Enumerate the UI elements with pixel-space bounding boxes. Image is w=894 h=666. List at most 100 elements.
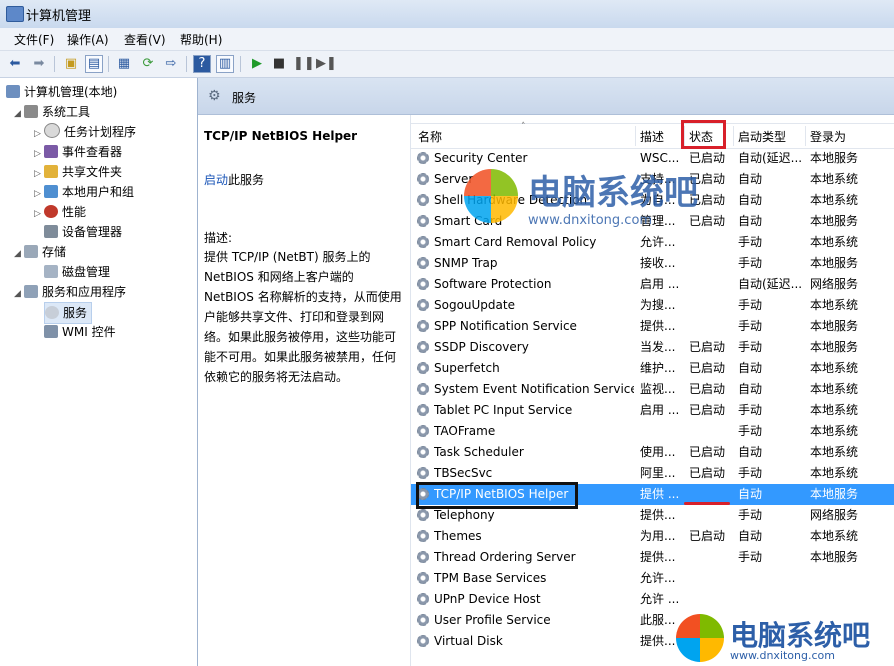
table-row[interactable]: SogouUpdate 为搜... 手动 本地系统 xyxy=(411,295,894,316)
menu-help[interactable]: 帮助(H) xyxy=(180,31,222,48)
col-startup[interactable]: 启动类型 xyxy=(738,128,786,145)
collapsed-arrow-icon[interactable]: ▷ xyxy=(34,184,44,204)
service-name: TPM Base Services xyxy=(434,571,547,585)
service-desc: 提供... xyxy=(640,550,676,564)
tree-label: WMI 控件 xyxy=(62,325,116,339)
disk-icon xyxy=(44,265,58,278)
col-logon[interactable]: 登录为 xyxy=(810,128,846,145)
col-name[interactable]: 名称 xyxy=(418,128,442,145)
table-row[interactable]: TAOFrame 手动 本地系统 xyxy=(411,421,894,442)
menu-file[interactable]: 文件(F) xyxy=(14,31,54,48)
col-desc[interactable]: 描述 xyxy=(640,128,664,145)
table-row[interactable]: Thread Ordering Server 提供... 手动 本地服务 xyxy=(411,547,894,568)
service-desc: 当发... xyxy=(640,340,676,354)
stop-service-icon[interactable]: ■ xyxy=(270,55,288,73)
table-row[interactable]: Software Protection 启用 ... 自动(延迟... 网络服务 xyxy=(411,274,894,295)
service-startup: 手动 xyxy=(738,508,763,522)
tree-task-scheduler[interactable]: ▷ 任务计划程序 xyxy=(34,122,136,142)
tree-wmi[interactable]: WMI 控件 xyxy=(44,322,116,342)
service-logon: 本地服务 xyxy=(810,256,859,270)
toolbar-separator xyxy=(108,56,109,72)
back-icon[interactable]: ⬅ xyxy=(6,55,24,73)
show-hide-tree-icon[interactable]: ▤ xyxy=(85,55,103,73)
column-header: 名称 ˄ 描述 状态 启动类型 登录为 xyxy=(411,122,894,149)
tree-root[interactable]: 计算机管理(本地) xyxy=(6,82,117,102)
service-logon: 网络服务 xyxy=(810,277,859,291)
help-icon[interactable]: ? xyxy=(193,55,211,73)
collapsed-arrow-icon[interactable]: ▷ xyxy=(34,124,44,144)
collapsed-arrow-icon[interactable]: ▷ xyxy=(34,144,44,164)
service-logon: 本地服务 xyxy=(810,214,859,228)
tools-icon xyxy=(24,105,38,118)
service-status: 已启动 xyxy=(689,466,726,480)
service-gear-icon xyxy=(417,467,429,479)
windows-logo-icon xyxy=(676,614,724,662)
table-row[interactable]: TBSecSvc 阿里... 已启动 手动 本地系统 xyxy=(411,463,894,484)
service-logon: 本地服务 xyxy=(810,550,859,564)
start-service-suffix: 此服务 xyxy=(228,173,265,187)
table-row[interactable]: SNMP Trap 接收... 手动 本地服务 xyxy=(411,253,894,274)
restart-service-icon[interactable]: ▶❚ xyxy=(316,55,337,73)
tree-performance[interactable]: ▷ 性能 xyxy=(34,202,86,222)
collapsed-arrow-icon[interactable]: ▷ xyxy=(34,164,44,184)
refresh-icon[interactable]: ⟳ xyxy=(139,55,157,73)
service-name: Superfetch xyxy=(434,361,500,375)
tree-services[interactable]: 服务 xyxy=(44,302,93,324)
menu-view[interactable]: 查看(V) xyxy=(124,31,166,48)
service-gear-icon xyxy=(417,299,429,311)
table-row[interactable]: SPP Notification Service 提供... 手动 本地服务 xyxy=(411,316,894,337)
services-search-icon: ⚙ xyxy=(208,88,221,104)
expanded-arrow-icon[interactable]: ◢ xyxy=(14,104,24,124)
collapsed-arrow-icon[interactable]: ▷ xyxy=(34,204,44,224)
properties-icon[interactable]: ▦ xyxy=(115,55,133,73)
service-desc: 接收... xyxy=(640,256,676,270)
service-gear-icon xyxy=(417,509,429,521)
column-divider[interactable] xyxy=(635,126,636,146)
table-row[interactable]: Task Scheduler 使用... 已启动 自动 本地系统 xyxy=(411,442,894,463)
tree-label: 存储 xyxy=(42,245,67,259)
service-startup: 自动 xyxy=(738,361,763,375)
detail-service-title: TCP/IP NetBIOS Helper xyxy=(204,129,358,143)
tree-device-manager[interactable]: 设备管理器 xyxy=(44,222,122,242)
computer-icon xyxy=(6,85,20,98)
export-list-icon[interactable]: ⇨ xyxy=(162,55,180,73)
tree-label: 共享文件夹 xyxy=(62,165,123,179)
tree-storage[interactable]: ◢ 存储 xyxy=(14,242,66,262)
tree-event-viewer[interactable]: ▷ 事件查看器 xyxy=(34,142,122,162)
service-logon: 本地系统 xyxy=(810,361,859,375)
toolbar: ⬅ ➡ ▣ ▤ ▦ ⟳ ⇨ ? ▥ ▶ ■ ❚❚ ▶❚ xyxy=(0,51,894,78)
table-row[interactable]: System Event Notification Service 监视... 已启… xyxy=(411,379,894,400)
service-desc: 允许... xyxy=(640,571,676,585)
tree-disk-management[interactable]: 磁盘管理 xyxy=(44,262,110,282)
tree-services-apps[interactable]: ◢ 服务和应用程序 xyxy=(14,282,126,302)
service-name: TAOFrame xyxy=(434,424,496,438)
table-row[interactable]: Themes 为用... 已启动 自动 本地系统 xyxy=(411,526,894,547)
table-row[interactable]: Tablet PC Input Service 启用 ... 已启动 手动 本地系统 xyxy=(411,400,894,421)
pause-service-icon[interactable]: ❚❚ xyxy=(293,55,315,73)
tree-shared-folders[interactable]: ▷ 共享文件夹 xyxy=(34,162,122,182)
expanded-arrow-icon[interactable]: ◢ xyxy=(14,244,24,264)
menu-action[interactable]: 操作(A) xyxy=(67,31,109,48)
action-pane-icon[interactable]: ▥ xyxy=(216,55,234,73)
column-divider[interactable] xyxy=(805,126,806,146)
tree-root-label: 计算机管理(本地) xyxy=(24,85,118,99)
service-status: 已启动 xyxy=(689,403,726,417)
tree-label: 服务和应用程序 xyxy=(42,285,127,299)
column-divider[interactable] xyxy=(733,126,734,146)
service-name: System Event Notification Service xyxy=(434,382,634,396)
table-row[interactable]: SSDP Discovery 当发... 已启动 手动 本地服务 xyxy=(411,337,894,358)
tree-local-users[interactable]: ▷ 本地用户和组 xyxy=(34,182,134,202)
service-startup: 自动(延迟... xyxy=(738,277,803,291)
tree-system-tools[interactable]: ◢ 系统工具 xyxy=(14,102,90,122)
table-row[interactable]: UPnP Device Host 允许 ... xyxy=(411,589,894,610)
expanded-arrow-icon[interactable]: ◢ xyxy=(14,284,24,304)
start-service-icon[interactable]: ▶ xyxy=(248,55,266,73)
forward-icon[interactable]: ➡ xyxy=(30,55,48,73)
service-logon: 本地系统 xyxy=(810,193,859,207)
start-service-link[interactable]: 启动 xyxy=(204,173,228,187)
service-gear-icon xyxy=(417,551,429,563)
table-row[interactable]: TPM Base Services 允许... xyxy=(411,568,894,589)
service-gear-icon xyxy=(417,173,429,185)
up-folder-icon[interactable]: ▣ xyxy=(62,55,80,73)
table-row[interactable]: Superfetch 维护... 已启动 自动 本地系统 xyxy=(411,358,894,379)
